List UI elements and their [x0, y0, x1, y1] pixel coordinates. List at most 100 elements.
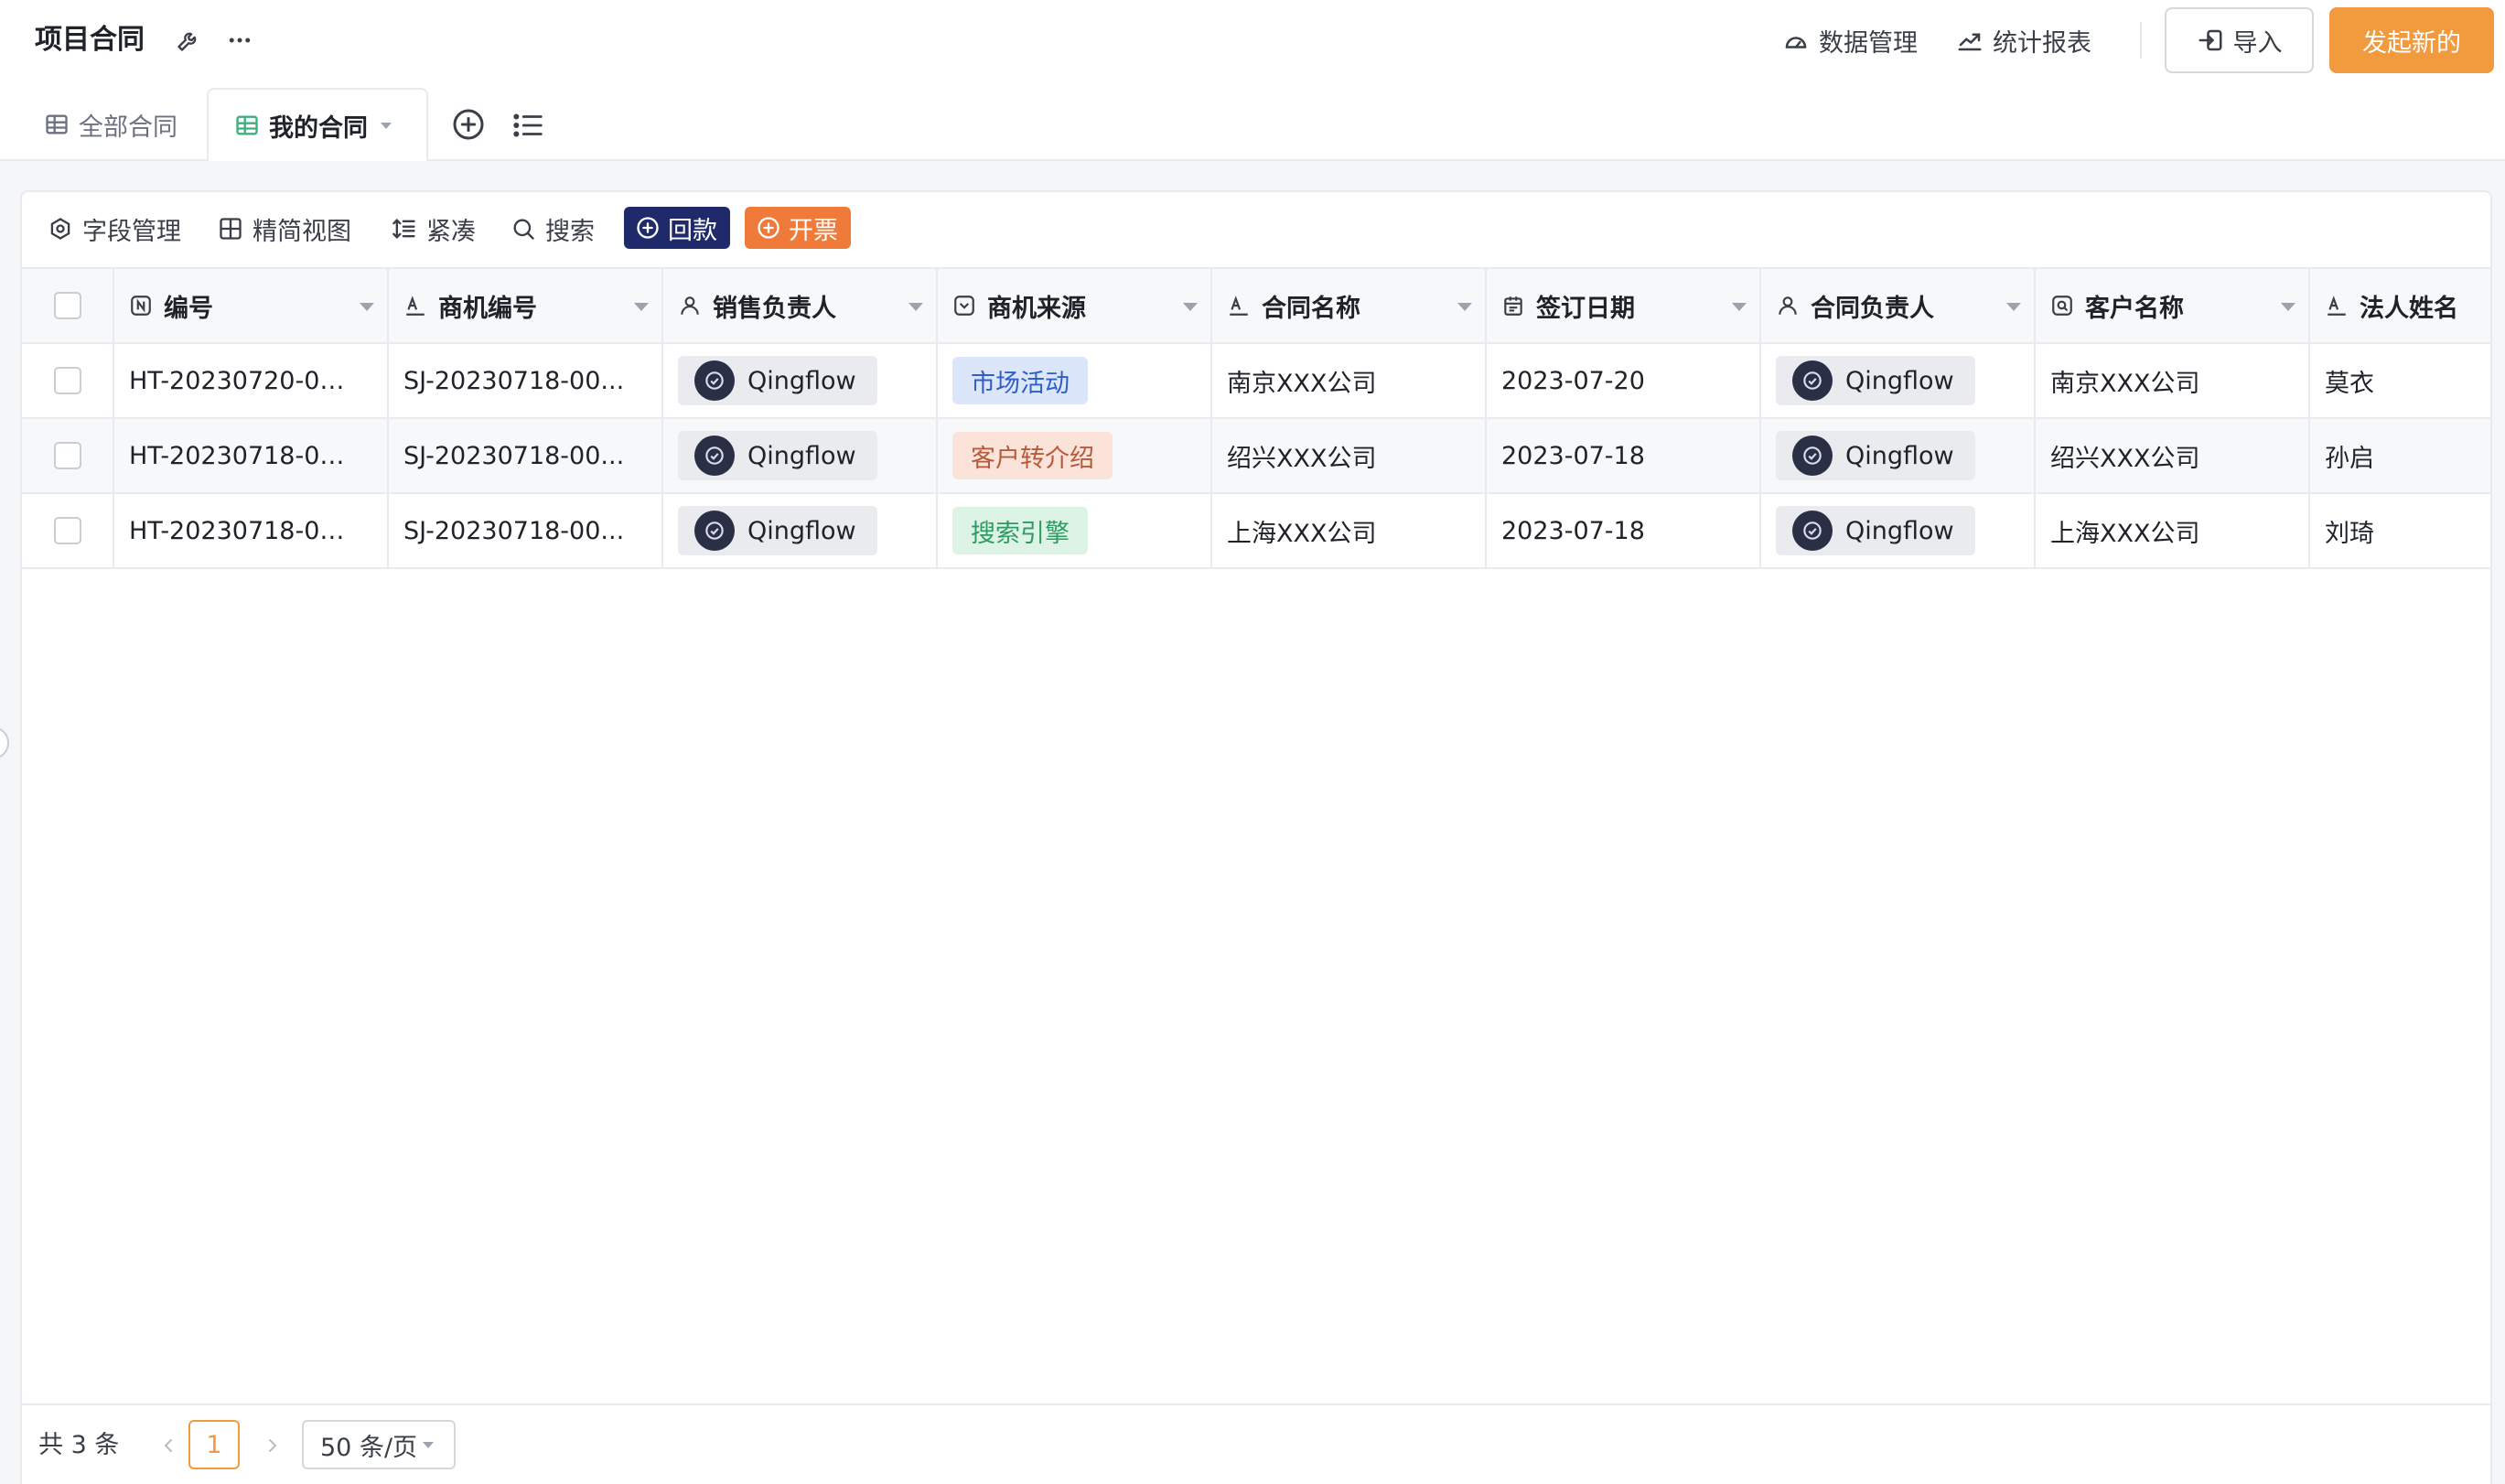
table-toolbar: 字段管理 精简视图 紧凑 搜索 回款 开票	[22, 192, 2490, 269]
invoice-button[interactable]: 开票	[745, 207, 851, 249]
row-checkbox[interactable]	[53, 367, 81, 394]
cell-text: 上海XXX公司	[2050, 519, 2200, 548]
cell-id[interactable]: HT-20230720-00...	[114, 344, 389, 417]
table-header-row: 编号 商机编号 销售负责人 商机来源 合同名称 签订日期 合同负责人 客户名称 …	[22, 269, 2490, 344]
column-header-legal-person[interactable]: 法人姓名	[2310, 269, 2494, 342]
search-button[interactable]: 搜索	[511, 209, 595, 249]
column-header-sales-owner[interactable]: 销售负责人	[663, 269, 938, 342]
chevron-down-icon[interactable]	[908, 303, 923, 311]
table-icon	[236, 115, 258, 135]
cell-contract-owner[interactable]: Qingflow	[1761, 344, 2036, 417]
table-row[interactable]: HT-20230718-00... SJ-20230718-00... Qing…	[22, 494, 2490, 569]
table-row[interactable]: HT-20230720-00... SJ-20230718-00... Qing…	[22, 344, 2490, 419]
next-page-icon[interactable]	[262, 1433, 284, 1458]
cell-customer[interactable]: 南京XXX公司	[2036, 344, 2310, 417]
more-icon[interactable]	[223, 24, 256, 57]
cell-id[interactable]: HT-20230718-00...	[114, 419, 389, 492]
cell-source[interactable]: 市场活动	[938, 344, 1212, 417]
chevron-down-icon[interactable]	[2006, 303, 2021, 311]
row-checkbox[interactable]	[53, 442, 81, 469]
table-row[interactable]: HT-20230718-00... SJ-20230718-00... Qing…	[22, 419, 2490, 494]
source-tag: 搜索引擎	[952, 507, 1088, 554]
cell-customer[interactable]: 上海XXX公司	[2036, 494, 2310, 567]
prev-page-icon[interactable]	[157, 1433, 179, 1458]
wrench-icon[interactable]	[172, 24, 205, 57]
chevron-down-icon[interactable]	[1732, 303, 1747, 311]
chevron-down-icon[interactable]	[634, 303, 649, 311]
compact-button[interactable]: 紧凑	[392, 209, 476, 249]
search-icon	[513, 219, 534, 240]
cell-legal-person[interactable]: 孙启	[2310, 419, 2494, 492]
cell-opp-id[interactable]: SJ-20230718-00...	[389, 494, 663, 567]
user-chip[interactable]: Qingflow	[678, 431, 877, 480]
column-header-id[interactable]: 编号	[114, 269, 389, 342]
select-all-cell	[22, 269, 114, 342]
cell-contract-owner[interactable]: Qingflow	[1761, 419, 2036, 492]
tab-my-contracts[interactable]: 我的合同	[207, 88, 428, 163]
cell-source[interactable]: 搜索引擎	[938, 494, 1212, 567]
grid-icon	[220, 218, 242, 240]
chevron-down-icon[interactable]	[381, 122, 392, 129]
cell-text: HT-20230718-00...	[129, 516, 358, 545]
cell-opp-id[interactable]: SJ-20230718-00...	[389, 344, 663, 417]
cell-sales-owner[interactable]: Qingflow	[663, 419, 938, 492]
user-chip[interactable]: Qingflow	[678, 356, 877, 405]
column-header-customer[interactable]: 客户名称	[2036, 269, 2310, 342]
column-header-opp-id[interactable]: 商机编号	[389, 269, 663, 342]
user-chip[interactable]: Qingflow	[1776, 506, 1975, 555]
refund-button[interactable]: 回款	[624, 207, 730, 249]
data-management-link[interactable]: 数据管理	[1782, 20, 1918, 60]
chevron-down-icon[interactable]	[2281, 303, 2295, 311]
cell-opp-id[interactable]: SJ-20230718-00...	[389, 419, 663, 492]
page-size-select[interactable]: 50 条/页	[302, 1420, 456, 1469]
cell-text: 上海XXX公司	[1227, 519, 1377, 548]
tab-all-contracts[interactable]: 全部合同	[44, 88, 177, 161]
cell-contract-owner[interactable]: Qingflow	[1761, 494, 2036, 567]
simple-view-label: 精简视图	[253, 217, 351, 246]
cell-source[interactable]: 客户转介绍	[938, 419, 1212, 492]
cell-id[interactable]: HT-20230718-00...	[114, 494, 389, 567]
column-header-contract-owner[interactable]: 合同负责人	[1761, 269, 2036, 342]
cell-legal-person[interactable]: 刘琦	[2310, 494, 2494, 567]
column-header-source[interactable]: 商机来源	[938, 269, 1212, 342]
row-checkbox[interactable]	[53, 517, 81, 544]
cell-customer[interactable]: 绍兴XXX公司	[2036, 419, 2310, 492]
field-management-button[interactable]: 字段管理	[48, 209, 181, 249]
calendar-icon	[1504, 296, 1522, 316]
column-label: 编号	[164, 294, 213, 323]
select-all-checkbox[interactable]	[53, 292, 81, 319]
select-field-icon	[954, 296, 974, 316]
invoice-label: 开票	[789, 216, 838, 245]
user-chip[interactable]: Qingflow	[1776, 431, 1975, 480]
column-header-contract-name[interactable]: 合同名称	[1212, 269, 1487, 342]
chevron-down-icon[interactable]	[1457, 303, 1472, 311]
statistics-report-link[interactable]: 统计报表	[1956, 20, 2091, 60]
cell-sign-date[interactable]: 2023-07-18	[1487, 494, 1761, 567]
pagination-bar: 共 3 条 1 50 条/页	[22, 1403, 2490, 1484]
chevron-down-icon[interactable]	[1183, 303, 1198, 311]
cell-sign-date[interactable]: 2023-07-20	[1487, 344, 1761, 417]
user-chip[interactable]: Qingflow	[1776, 356, 1975, 405]
add-view-icon[interactable]	[450, 106, 487, 143]
cell-sign-date[interactable]: 2023-07-18	[1487, 419, 1761, 492]
cell-legal-person[interactable]: 莫衣	[2310, 344, 2494, 417]
view-list-icon[interactable]	[511, 108, 545, 143]
create-new-button[interactable]: 发起新的	[2329, 7, 2494, 73]
simple-view-button[interactable]: 精简视图	[218, 209, 351, 249]
cell-contract-name[interactable]: 南京XXX公司	[1212, 344, 1487, 417]
chevron-down-icon[interactable]	[360, 303, 374, 311]
column-header-sign-date[interactable]: 签订日期	[1487, 269, 1761, 342]
column-label: 合同名称	[1262, 294, 1360, 323]
plus-circle-icon	[637, 217, 659, 239]
page-size-label: 50 条/页	[320, 1433, 418, 1462]
import-button[interactable]: 导入	[2165, 7, 2314, 73]
column-label: 签订日期	[1536, 294, 1635, 323]
cell-sales-owner[interactable]: Qingflow	[663, 344, 938, 417]
cell-sales-owner[interactable]: Qingflow	[663, 494, 938, 567]
page-number-button[interactable]: 1	[188, 1420, 240, 1469]
import-label: 导入	[2232, 28, 2283, 58]
user-chip[interactable]: Qingflow	[678, 506, 877, 555]
app-header: 项目合同 数据管理 统计报表 导入 发起新的	[0, 0, 2505, 81]
cell-contract-name[interactable]: 上海XXX公司	[1212, 494, 1487, 567]
cell-contract-name[interactable]: 绍兴XXX公司	[1212, 419, 1487, 492]
